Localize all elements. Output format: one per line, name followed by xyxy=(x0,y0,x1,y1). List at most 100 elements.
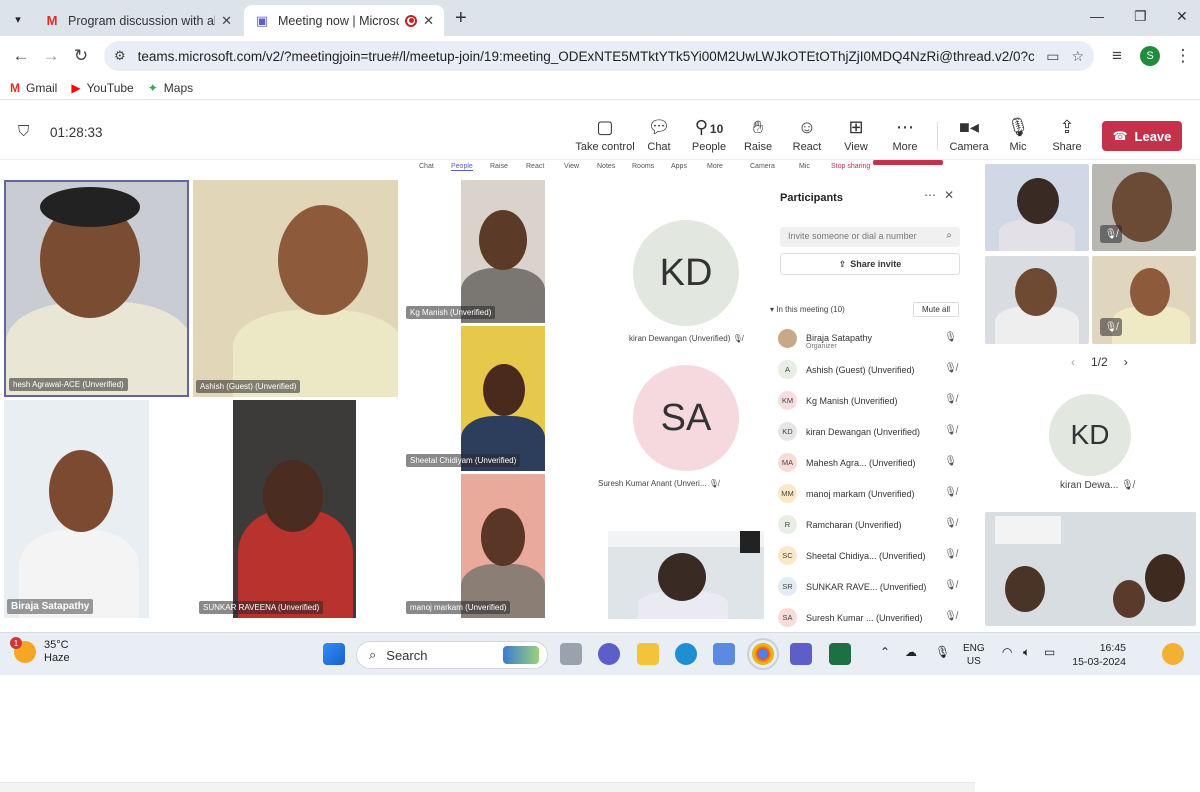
video-frame xyxy=(740,531,760,553)
mic-off-icon[interactable]: 🎙︎̸ xyxy=(944,549,957,560)
mic-off-icon[interactable]: 🎙︎̸ xyxy=(944,363,957,374)
participant-row[interactable]: R Ramcharan (Unverified) 🎙︎̸ xyxy=(778,514,963,536)
close-icon[interactable]: ✕ xyxy=(944,188,954,202)
battery-icon[interactable]: ▭ xyxy=(1044,645,1055,659)
participant-row[interactable]: KM Kg Manish (Unverified) 🎙︎̸ xyxy=(778,390,963,412)
mic-off-icon[interactable]: 🎙︎̸ xyxy=(944,611,957,622)
mini-toolbar-item: Stop sharing xyxy=(831,163,871,170)
video-tile[interactable]: Kg Manish (Unverified) xyxy=(403,180,545,323)
video-frame xyxy=(461,474,545,618)
tile-name: hesh Agrawal-ACE (Unverified) xyxy=(9,378,128,391)
chrome-icon[interactable] xyxy=(747,638,779,670)
gallery-strip: 🎙︎̸ 🎙︎̸ ‹ 1/2 › KD kiran Dewa... 🎙︎̸ xyxy=(975,160,1200,632)
reload-icon[interactable]: ↻ xyxy=(66,46,96,66)
teams-icon[interactable] xyxy=(790,643,812,665)
mic-on-icon[interactable]: 🎙︎ xyxy=(944,456,957,467)
back-icon[interactable]: ← xyxy=(6,46,36,66)
self-video-tile[interactable] xyxy=(608,531,764,619)
new-tab-button[interactable]: + xyxy=(455,7,467,30)
share-invite-button[interactable]: ⇪ Share invite xyxy=(780,253,960,275)
participant-row[interactable]: KD kiran Dewangan (Unverified) 🎙︎̸ xyxy=(778,421,963,443)
video-tile[interactable]: Sheetal Chidiyam (Unverified) xyxy=(403,326,545,471)
chevron-left-icon[interactable]: ‹ xyxy=(1071,355,1075,369)
participant-row[interactable]: A Ashish (Guest) (Unverified) 🎙︎̸ xyxy=(778,359,963,381)
avatar-caption-text: Suresh Kumar Anant (Unveri... xyxy=(598,479,707,488)
notification-icon[interactable] xyxy=(1162,643,1184,665)
close-tab-icon[interactable]: ✕ xyxy=(423,13,434,29)
task-view-icon[interactable] xyxy=(560,643,582,665)
chevron-right-icon[interactable]: › xyxy=(1124,355,1128,369)
menu-dots-icon[interactable]: ⋮ xyxy=(1168,46,1198,66)
gallery-tile[interactable]: 🎙︎̸ xyxy=(1092,164,1196,251)
participant-row[interactable]: Biraja Satapathy Organizer 🎙︎ xyxy=(778,328,963,350)
video-tile[interactable]: Ashish (Guest) (Unverified) xyxy=(193,180,398,397)
start-icon[interactable] xyxy=(323,643,345,665)
participant-row[interactable]: SC Sheetal Chidiya... (Unverified) 🎙︎̸ xyxy=(778,545,963,567)
language-indicator[interactable]: ENG US xyxy=(963,642,985,668)
teams-chat-icon[interactable] xyxy=(598,643,620,665)
system-clock[interactable]: 16:45 15-03-2024 xyxy=(1072,641,1126,669)
chevron-up-icon[interactable]: ⌃ xyxy=(880,645,890,659)
volume-icon[interactable]: 🔈︎ xyxy=(1023,645,1030,660)
more-button[interactable]: ⋯ More xyxy=(876,116,934,153)
video-tile[interactable]: manoj markam (Unverified) xyxy=(403,474,545,618)
close-window-icon[interactable]: ✕ xyxy=(1176,8,1188,25)
omnibox[interactable]: ⚙ teams.microsoft.com/v2/?meetingjoin=tr… xyxy=(104,41,1094,71)
cast-icon[interactable]: ▭ xyxy=(1046,48,1059,65)
close-tab-icon[interactable]: ✕ xyxy=(221,13,232,29)
mic-on-icon[interactable]: 🎙︎ xyxy=(944,332,957,343)
wifi-icon[interactable]: ◠ xyxy=(1002,645,1012,659)
url-text[interactable]: teams.microsoft.com/v2/?meetingjoin=true… xyxy=(138,49,1035,64)
cloud-icon[interactable]: ☁ xyxy=(905,645,917,659)
excel-icon[interactable] xyxy=(829,643,851,665)
taskbar-search[interactable]: ⌕ Search xyxy=(356,641,548,669)
gallery-tile[interactable] xyxy=(985,512,1196,626)
bookmark-star-icon[interactable]: ☆ xyxy=(1071,48,1084,65)
participant-avatar: SC xyxy=(778,546,797,565)
participant-row[interactable]: SA Suresh Kumar ... (Unverified) 🎙︎̸ xyxy=(778,607,963,629)
tab-search-icon[interactable]: ▾ xyxy=(8,9,28,29)
gallery-tile[interactable] xyxy=(985,164,1089,251)
pager-label: 1/2 xyxy=(1091,355,1108,369)
participant-avatar: MM xyxy=(778,484,797,503)
tab-gmail[interactable]: M Program discussion with all staf ✕ xyxy=(34,5,242,36)
mic-icon[interactable]: 🎙︎ xyxy=(935,645,950,659)
shield-icon[interactable]: ⛉ xyxy=(18,123,29,140)
restore-icon[interactable]: ❐ xyxy=(1134,8,1147,25)
minimize-icon[interactable]: — xyxy=(1090,8,1104,24)
mic-off-icon[interactable]: 🎙︎̸ xyxy=(944,518,957,529)
mute-all-button[interactable]: Mute all xyxy=(913,302,959,317)
invite-input[interactable]: Invite someone or dial a number ⌕ xyxy=(780,227,960,247)
mic-off-icon[interactable]: 🎙︎̸ xyxy=(944,425,957,436)
gallery-tile[interactable]: 🎙︎̸ xyxy=(1092,256,1196,344)
leave-button[interactable]: ☎ Leave xyxy=(1102,121,1182,151)
forward-icon[interactable]: → xyxy=(36,46,66,66)
bookmark-youtube[interactable]: ▶ YouTube xyxy=(71,81,133,95)
store-icon[interactable] xyxy=(713,643,735,665)
video-tile[interactable]: Biraja Satapathy xyxy=(4,400,149,618)
video-tile[interactable]: hesh Agrawal-ACE (Unverified) xyxy=(4,180,189,397)
gallery-tile[interactable] xyxy=(985,256,1089,344)
control-label: More xyxy=(892,141,918,153)
edge-icon[interactable] xyxy=(675,643,697,665)
tab-title: Program discussion with all staf xyxy=(68,13,215,28)
media-controls-icon[interactable]: ≡ xyxy=(1102,46,1132,66)
video-tile[interactable]: SUNKAR RAVEENA (Unverified) xyxy=(196,400,356,618)
bookmark-maps[interactable]: ✦ Maps xyxy=(148,81,193,95)
tab-teams[interactable]: ▣ Meeting now | Microsoft Te ✕ xyxy=(244,5,444,36)
mic-off-icon[interactable]: 🎙︎̸ xyxy=(944,580,957,591)
participant-row[interactable]: SR SUNKAR RAVE... (Unverified) 🎙︎̸ xyxy=(778,576,963,598)
mic-off-icon[interactable]: 🎙︎̸ xyxy=(944,394,957,405)
weather-widget[interactable]: 1 35°C Haze xyxy=(10,637,70,665)
share-button[interactable]: ⇪ Share xyxy=(1038,116,1096,153)
site-info-icon[interactable]: ⚙ xyxy=(114,48,126,64)
participant-row[interactable]: MA Mahesh Agra... (Unverified) 🎙︎ xyxy=(778,452,963,474)
more-options-icon[interactable]: ⋯ xyxy=(924,188,936,202)
profile-avatar[interactable]: S xyxy=(1140,46,1160,66)
bookmark-gmail[interactable]: M Gmail xyxy=(10,81,57,95)
take-control-button[interactable]: ▢ Take control xyxy=(575,116,635,153)
participant-row[interactable]: MM manoj markam (Unverified) 🎙︎̸ xyxy=(778,483,963,505)
in-meeting-section[interactable]: ▾ In this meeting (10) xyxy=(770,305,845,314)
mic-off-icon[interactable]: 🎙︎̸ xyxy=(944,487,957,498)
file-explorer-icon[interactable] xyxy=(637,643,659,665)
